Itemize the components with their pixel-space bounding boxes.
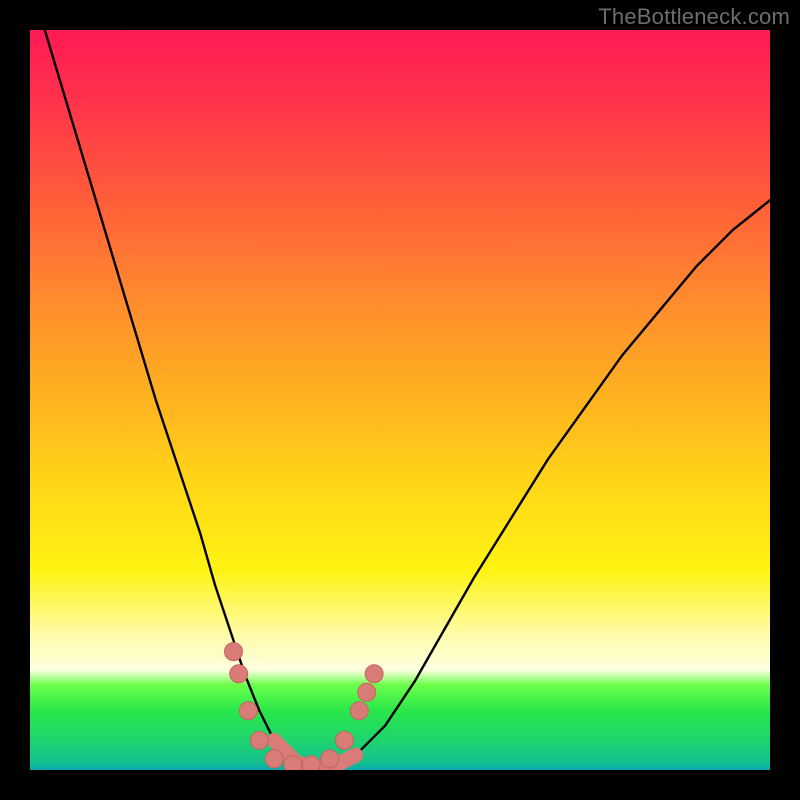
valley-marker [239,702,257,720]
valley-marker [230,665,248,683]
outer-frame: TheBottleneck.com [0,0,800,800]
attribution-text: TheBottleneck.com [598,4,790,30]
valley-marker [250,731,268,749]
valley-marker [358,683,376,701]
valley-marker [225,643,243,661]
plot-area [30,30,770,770]
valley-marker [265,750,283,768]
valley-marker [336,731,354,749]
valley-marker [284,756,302,770]
valley-marker [302,756,320,770]
chart-svg [30,30,770,770]
valley-marker [350,702,368,720]
valley-marker [365,665,383,683]
bottleneck-curve [45,30,770,770]
valley-marker [321,750,339,768]
